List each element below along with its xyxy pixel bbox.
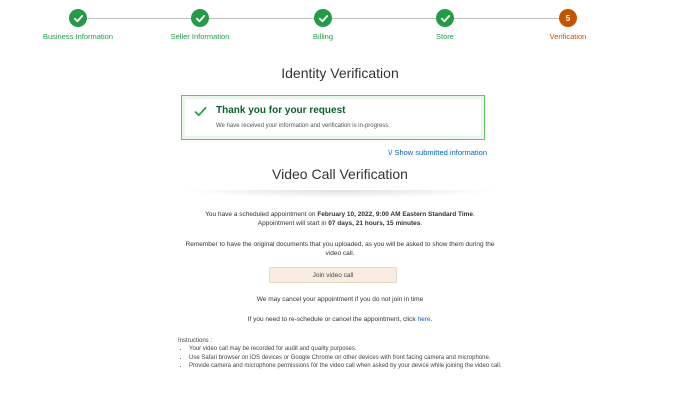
- section-divider: [180, 190, 500, 198]
- step-label: Seller Information: [170, 32, 230, 41]
- instruction-item: Your video call may be recorded for audi…: [189, 345, 508, 353]
- instruction-item: Use Safari browser on iOS devices or Goo…: [189, 354, 508, 362]
- scheduled-prefix: You have a scheduled appointment on: [205, 211, 318, 218]
- checkmark-icon: [194, 106, 207, 117]
- starts-in: 07 days, 21 hours, 15 minutes: [328, 220, 421, 227]
- alert-title: Thank you for your request: [216, 105, 346, 116]
- starts-suffix: .: [420, 220, 423, 227]
- starts-prefix: Appointment will start in: [257, 220, 329, 227]
- scheduled-line: You have a scheduled appointment on Febr…: [150, 210, 530, 219]
- identity-verification-title: Identity Verification: [281, 65, 399, 81]
- check-icon: [436, 9, 454, 27]
- show-submitted-information-link[interactable]: \/ Show submitted information: [388, 148, 487, 157]
- instructions: Instructions : Your video call may be re…: [178, 337, 508, 370]
- instructions-list: Your video call may be recorded for audi…: [178, 345, 508, 370]
- step-label: Verification: [549, 32, 587, 41]
- scheduled-suffix: .: [473, 211, 475, 218]
- join-video-call-button[interactable]: Join video call: [269, 267, 397, 283]
- step-label: Store: [436, 32, 454, 41]
- progress-stepper: Business Information Seller Information …: [0, 0, 680, 46]
- reschedule-here-link[interactable]: here: [418, 316, 431, 323]
- instructions-title: Instructions :: [178, 338, 213, 344]
- step-label: Business Information: [42, 32, 114, 41]
- step-business-information[interactable]: Business Information: [18, 9, 138, 41]
- check-icon: [69, 9, 87, 27]
- reschedule-suffix: .: [430, 316, 433, 323]
- step-verification: 5 Verification: [508, 9, 628, 41]
- reschedule-prefix: If you need to re-schedule or cancel the…: [247, 316, 418, 323]
- success-alert: Thank you for your request We have recei…: [181, 95, 485, 140]
- reschedule-text: If you need to re-schedule or cancel the…: [150, 315, 530, 324]
- step-label: Billing: [312, 32, 333, 41]
- starts-line: Appointment will start in 07 days, 21 ho…: [150, 219, 530, 228]
- step-store[interactable]: Store: [385, 9, 505, 41]
- remember-text: Remember to have the original documents …: [185, 241, 495, 257]
- appointment-info: You have a scheduled appointment on Febr…: [150, 210, 530, 228]
- instruction-item: Provide camera and microphone permission…: [189, 362, 508, 370]
- check-icon: [191, 9, 209, 27]
- scheduled-date: February 10, 2022, 9:00 AM Eastern Stand…: [317, 211, 474, 218]
- video-call-verification-title: Video Call Verification: [272, 166, 408, 182]
- check-icon: [314, 9, 332, 27]
- step-billing[interactable]: Billing: [263, 9, 383, 41]
- step-seller-information[interactable]: Seller Information: [140, 9, 260, 41]
- step-number: 5: [559, 9, 577, 27]
- cancel-notice: We may cancel your appointment if you do…: [256, 296, 424, 303]
- alert-text: We have received your information and ve…: [216, 123, 390, 129]
